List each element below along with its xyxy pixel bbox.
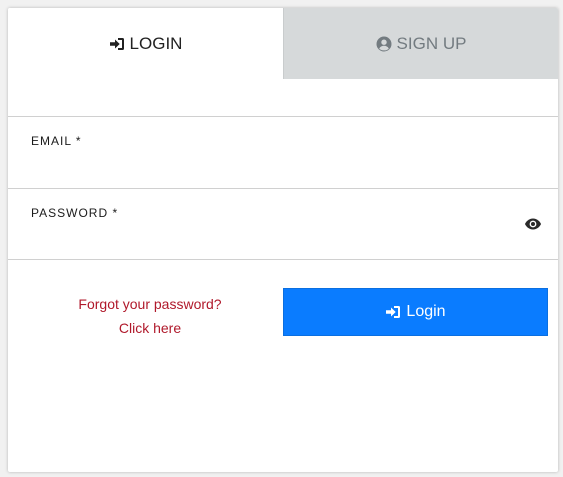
password-label: PASSWORD * (31, 206, 119, 220)
auth-tabs: LOGIN SIGN UP (8, 8, 558, 79)
forgot-password-text: Forgot your password? (78, 296, 222, 312)
email-label: EMAIL * (31, 134, 82, 148)
sign-in-icon (109, 37, 124, 50)
login-button[interactable]: Login (283, 288, 548, 336)
password-field: PASSWORD * (8, 188, 558, 260)
login-button-label: Login (406, 303, 446, 320)
password-input[interactable] (31, 225, 511, 251)
login-card: LOGIN SIGN UP EMAIL * PASSWORD * Forgot … (8, 8, 558, 472)
tab-login[interactable]: LOGIN (8, 8, 283, 79)
tab-login-label: LOGIN (129, 33, 183, 53)
eye-icon[interactable] (524, 217, 542, 231)
sign-in-icon (386, 306, 401, 318)
email-field: EMAIL * (8, 116, 558, 188)
click-here-text: Click here (118, 320, 182, 336)
forgot-password-link[interactable]: Forgot your password? Click here (48, 292, 252, 340)
email-input[interactable] (31, 153, 511, 179)
user-circle-icon (376, 36, 392, 51)
tab-signup-label: SIGN UP (396, 33, 467, 53)
tab-signup[interactable]: SIGN UP (283, 8, 558, 79)
